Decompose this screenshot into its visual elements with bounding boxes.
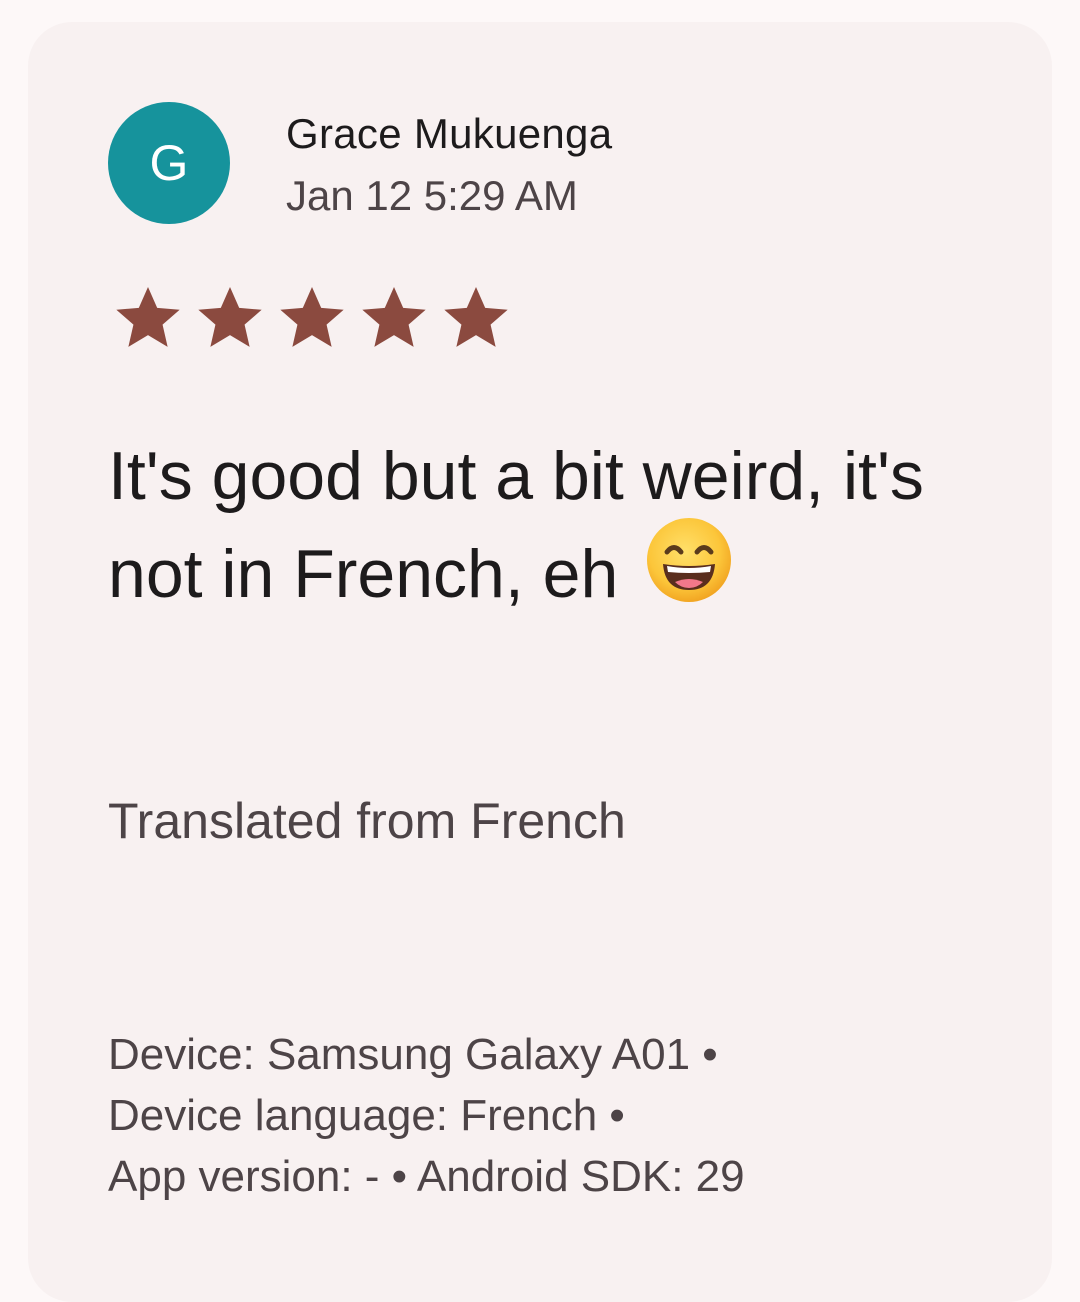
star-icon [110, 280, 186, 356]
device-info: Device: Samsung Galaxy A01 • Device lang… [108, 1024, 745, 1207]
star-icon [356, 280, 432, 356]
avatar: G [108, 102, 230, 224]
translation-note: Translated from French [108, 793, 626, 849]
review-text: It's good but a bit weird, it's not in F… [108, 427, 1008, 630]
review-card: G Grace Mukuenga Jan 12 5:29 AM It's goo… [28, 22, 1052, 1302]
author-name: Grace Mukuenga [286, 110, 613, 157]
app-version: App version: - • Android SDK: 29 [108, 1152, 745, 1201]
review-date: Jan 12 5:29 AM [286, 172, 578, 219]
star-icon [274, 280, 350, 356]
star-icon [192, 280, 268, 356]
star-rating [110, 280, 514, 356]
device-model: Device: Samsung Galaxy A01 • [108, 1030, 718, 1079]
avatar-letter: G [149, 135, 189, 191]
star-icon [438, 280, 514, 356]
device-language: Device language: French • [108, 1091, 625, 1140]
review-body: It's good but a bit weird, it's not in F… [108, 438, 924, 612]
grinning-face-smiling-eyes-icon [645, 516, 733, 630]
